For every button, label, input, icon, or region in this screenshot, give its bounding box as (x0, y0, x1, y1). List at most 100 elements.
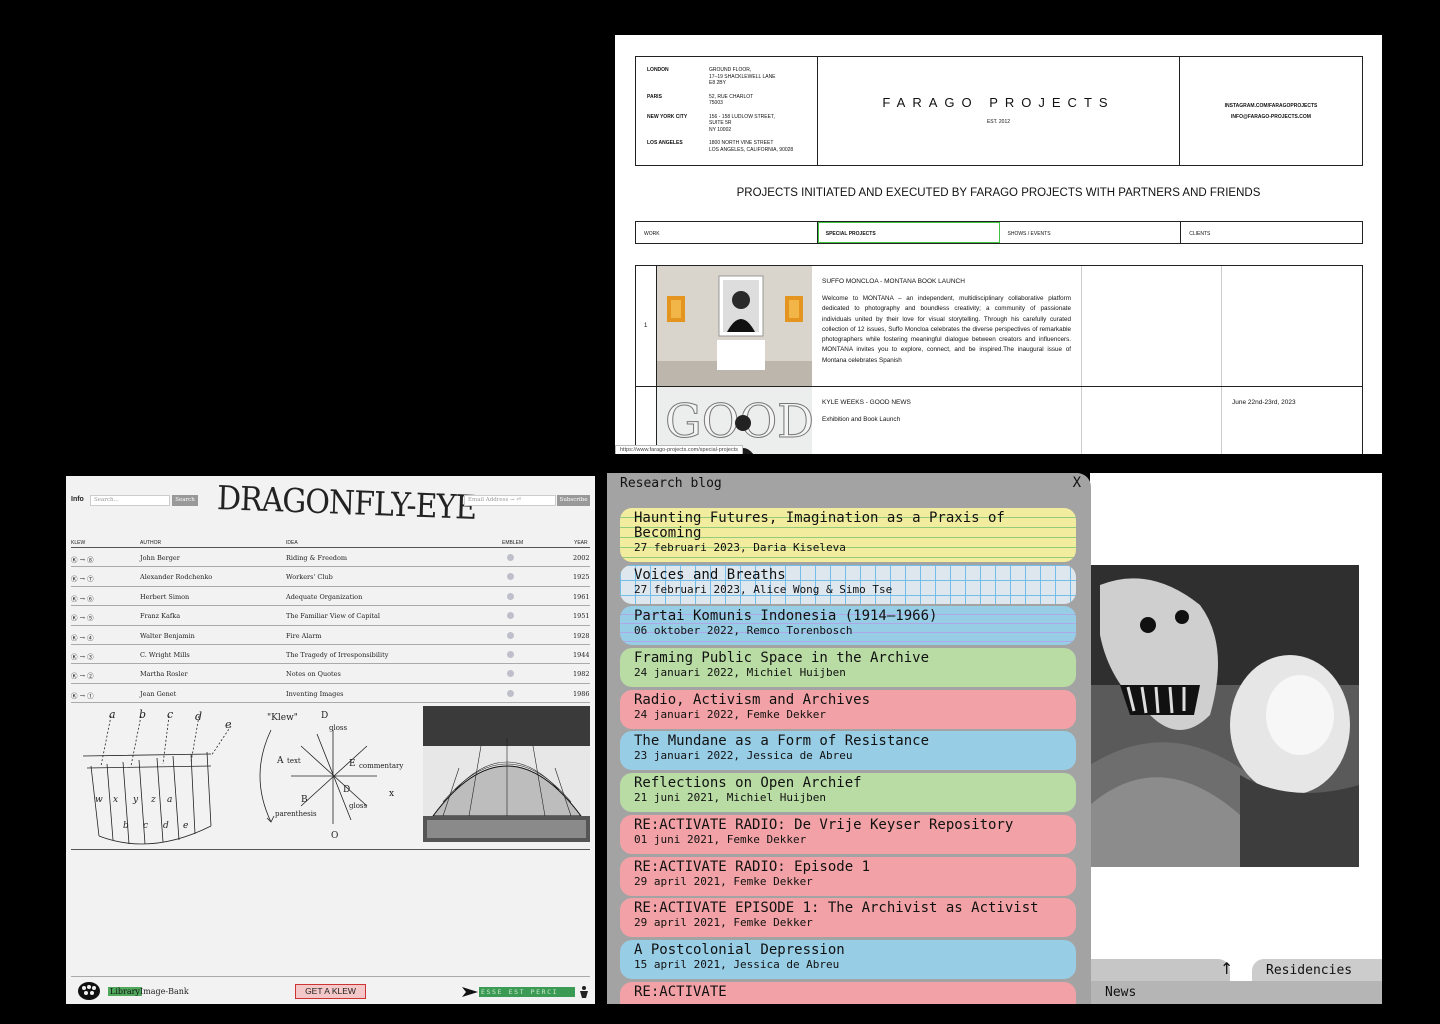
project-row[interactable]: 1 SUFFO MONCLOA - MONTANA BOOK LAUNCH We… (636, 266, 1362, 387)
tab-news[interactable]: News (1090, 981, 1382, 1004)
blog-post-card[interactable]: A Postcolonial Depression 15 april 2021,… (620, 939, 1076, 979)
office-los-angeles: LOS ANGELES 1800 NORTH VINE STREET LOS A… (647, 140, 817, 153)
project-description: Welcome to MONTANA – an independent, mul… (822, 295, 1071, 364)
scroll-up-arrow-icon[interactable]: ↑ (1220, 959, 1233, 978)
emblem-icon (507, 592, 514, 600)
table-row[interactable]: Ⓚ → ④ Walter Benjamin Fire Alarm 1928 (71, 626, 590, 645)
project-thumbnail[interactable] (657, 266, 812, 386)
library-link[interactable]: Library (108, 987, 142, 996)
blog-post-card[interactable]: RE:ACTIVATE RADIO: De Vrije Keyser Repos… (620, 814, 1076, 854)
column-year[interactable]: YEAR (574, 540, 588, 546)
site-logo[interactable]: FARAGO PROJECTS (818, 95, 1179, 110)
office-list: LONDON GROUND FLOOR, 17–19 SHACKLEWELL L… (636, 57, 818, 165)
post-meta: 24 januari 2022, Michiel Huijben (634, 666, 846, 680)
research-blog-window: Research blog X Haunting Futures, Imagin… (607, 473, 1091, 1004)
column-idea[interactable]: IDEA (286, 540, 298, 546)
blog-post-card[interactable]: The Mundane as a Form of Resistance 23 j… (620, 731, 1076, 771)
post-title: Voices and Breaths (634, 566, 786, 583)
author-cell: John Berger (140, 554, 180, 562)
site-logo[interactable]: DRAGONFLY-EYE (216, 479, 476, 527)
post-meta: 06 oktober 2022, Remco Torenbosch (634, 624, 853, 638)
project-description: Exhibition and Book Launch (822, 416, 901, 423)
year-cell: 1951 (573, 612, 590, 621)
post-meta: 27 februari 2023, Alice Wong & Simo Tse (634, 582, 893, 596)
project-number (636, 387, 657, 454)
post-title: Haunting Futures, Imagination as a Praxi… (634, 510, 1005, 541)
blog-post-card[interactable]: Reflections on Open Archief 21 juni 2021… (620, 773, 1076, 813)
fan-label-top-1: a (109, 708, 116, 721)
project-title[interactable]: KYLE WEEKS - GOOD NEWS (822, 399, 1071, 406)
project-title[interactable]: SUFFO MONCLOA - MONTANA BOOK LAUNCH (822, 278, 1071, 285)
eye-logo-icon[interactable] (77, 981, 101, 1001)
table-row[interactable]: Ⓚ → ⑤ Franz Kafka The Familiar View of C… (71, 606, 590, 626)
email-link[interactable]: INFO@FARAGO-PROJECTS.COM (1180, 112, 1362, 123)
table-row[interactable]: Ⓚ → ② Martha Rosler Notes on Quotes 1982 (71, 664, 590, 684)
tab-shows-events[interactable]: SHOWS / EVENTS (1000, 222, 1182, 243)
search-input[interactable]: Search... (90, 495, 170, 506)
project-thumbnail[interactable]: GOOD (657, 387, 812, 454)
year-cell: 1982 (573, 670, 590, 679)
search-button[interactable]: Search (172, 495, 198, 506)
klew-cell: Ⓚ → ⑧ (71, 556, 94, 564)
column-emblem[interactable]: EMBLEM (502, 540, 523, 546)
emblem-icon (507, 650, 514, 658)
project-row[interactable]: GOOD KYLE WEEKS - GOOD NEWS Exhibition a… (636, 387, 1362, 454)
city-name: LONDON (647, 67, 669, 73)
blog-post-card[interactable]: Framing Public Space in the Archive 24 j… (620, 648, 1076, 688)
blog-post-card[interactable]: Haunting Futures, Imagination as a Praxi… (620, 508, 1076, 562)
get-a-klew-button[interactable]: GET A KLEW (295, 984, 366, 999)
star-a-label: A (276, 756, 284, 766)
farago-projects-window: LONDON GROUND FLOOR, 17–19 SHACKLEWELL L… (615, 35, 1382, 454)
motto-ticker: ESSE EST PERCI (479, 987, 575, 997)
blog-post-card[interactable]: RE:ACTIVATE (620, 981, 1076, 1004)
emblem-icon (507, 689, 514, 697)
email-field[interactable]: Email Address → ⏎ (464, 495, 556, 506)
subscribe-button[interactable]: Subscribe (557, 495, 590, 506)
idea-cell: Inventing Images (286, 689, 344, 698)
info-link[interactable]: Info (71, 496, 84, 503)
blog-post-card[interactable]: Voices and Breaths 27 februari 2023, Ali… (620, 564, 1076, 604)
fan-label-bottom-2: x (113, 795, 118, 805)
city-address: 52, RUE CHARLOT 75003 (709, 93, 754, 107)
blog-post-card[interactable]: RE:ACTIVATE RADIO: Episode 1 29 april 20… (620, 856, 1076, 896)
close-button[interactable]: X (1073, 475, 1081, 491)
fan-label-bottom-5: a (167, 795, 172, 805)
emblem-icon (507, 631, 514, 639)
tab-clients[interactable]: CLIENTS (1181, 222, 1362, 243)
column-klew[interactable]: KLEW (71, 540, 85, 546)
author-cell: Martha Rosler (140, 670, 188, 679)
idea-cell: The Tragedy of Irresponsibility (286, 650, 389, 659)
fan-label-bottom-7: c (143, 821, 148, 831)
emblem-icon (507, 573, 514, 581)
year-cell: 1986 (573, 689, 590, 698)
table-row[interactable]: Ⓚ → ⑥ Herbert Simon Adequate Organizatio… (71, 587, 590, 607)
tab-residencies[interactable]: Residencies (1252, 959, 1382, 981)
author-cell: Herbert Simon (140, 592, 190, 601)
site-footer: Library Image-Bank GET A KLEW ESSE EST P… (71, 976, 590, 1004)
blog-post-card[interactable]: RE:ACTIVATE EPISODE 1: The Archivist as … (620, 898, 1076, 938)
tab-special-projects[interactable]: SPECIAL PROJECTS (817, 222, 1000, 243)
star-text-label: text (287, 757, 301, 765)
year-cell: 1961 (573, 592, 590, 601)
idea-cell: Workers' Club (286, 573, 333, 582)
instagram-link[interactable]: INSTAGRAM.COM/FARAGOPROJECTS (1180, 101, 1362, 112)
project-info: KYLE WEEKS - GOOD NEWS Exhibition and Bo… (812, 387, 1082, 454)
column-author[interactable]: AUTHOR (140, 540, 161, 546)
star-e-label: E (349, 759, 356, 769)
featured-photo[interactable] (1090, 565, 1359, 867)
blog-post-card[interactable]: Partai Komunis Indonesia (1914–1966) 06 … (620, 606, 1076, 646)
fan-label-top-4: d (195, 710, 202, 723)
table-row[interactable]: Ⓚ → ③ C. Wright Mills The Tragedy of Irr… (71, 645, 590, 665)
star-klew-label: "Klew" (267, 713, 298, 723)
tab-work[interactable]: WORK (636, 222, 818, 243)
table-row[interactable]: Ⓚ → ① Jean Genet Inventing Images 1986 (71, 684, 590, 704)
site-header: LONDON GROUND FLOOR, 17–19 SHACKLEWELL L… (635, 56, 1363, 166)
table-row[interactable]: Ⓚ → ⑦ Alexander Rodchenko Workers' Club … (71, 567, 590, 587)
table-row[interactable]: Ⓚ → ⑧ John Berger Riding & Freedom 2002 (71, 548, 590, 568)
star-gloss-label: gloss (329, 724, 348, 732)
author-cell: Alexander Rodchenko (140, 573, 213, 582)
brand-block: FARAGO PROJECTS EST. 2012 (818, 57, 1180, 165)
image-bank-link[interactable]: Image-Bank (140, 987, 189, 996)
emblem-icon (507, 612, 514, 620)
blog-post-card[interactable]: Radio, Activism and Archives 24 januari … (620, 689, 1076, 729)
